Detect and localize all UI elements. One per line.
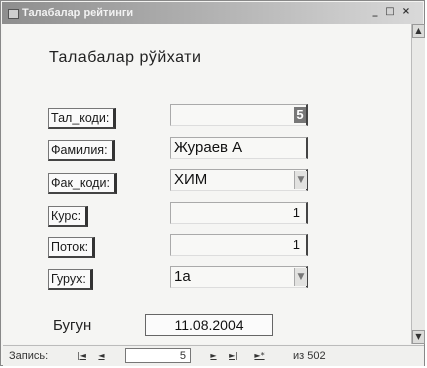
window-title: Талабалар рейтинги bbox=[22, 7, 134, 19]
surname-field[interactable]: Жураев А bbox=[170, 137, 308, 159]
chevron-down-icon[interactable]: ▼ bbox=[294, 171, 307, 189]
student-code-label: Тал_коди: bbox=[48, 108, 117, 129]
close-button[interactable]: × bbox=[399, 6, 413, 19]
group-label: Гурух: bbox=[48, 269, 93, 290]
form-title: Талабалар рўйхати bbox=[49, 49, 202, 66]
previous-record-button[interactable]: ◄ bbox=[95, 349, 108, 362]
next-record-button[interactable]: ► bbox=[207, 349, 220, 362]
vertical-scrollbar[interactable]: ▲ ▼ bbox=[411, 24, 425, 344]
today-date-field[interactable]: 11.08.2004 bbox=[145, 314, 273, 336]
student-code-field[interactable] bbox=[170, 104, 308, 126]
chevron-down-icon[interactable]: ▼ bbox=[294, 268, 307, 286]
scroll-down-icon[interactable]: ▼ bbox=[412, 330, 425, 344]
record-count: из 502 bbox=[293, 350, 326, 362]
first-record-button[interactable]: |◄ bbox=[75, 349, 88, 362]
today-label: Бугун bbox=[53, 317, 92, 334]
record-navigator: Запись: |◄ ◄ 5 ► ►| ►* из 502 bbox=[3, 345, 424, 366]
maximize-button[interactable]: □ bbox=[383, 6, 397, 19]
faculty-code-label: Фак_коди: bbox=[48, 173, 117, 194]
stream-field[interactable]: 1 bbox=[170, 234, 308, 256]
form-window: Талабалар рейтинги _ □ × ▲ ▼ Талабалар р… bbox=[0, 0, 425, 366]
stream-label: Поток: bbox=[48, 237, 96, 258]
scroll-up-icon[interactable]: ▲ bbox=[412, 24, 425, 38]
new-record-button[interactable]: ►* bbox=[253, 349, 266, 362]
faculty-code-combo[interactable]: ХИМ bbox=[170, 169, 308, 191]
current-record-input[interactable]: 5 bbox=[125, 348, 191, 363]
record-label: Запись: bbox=[9, 350, 49, 362]
surname-label: Фамилия: bbox=[48, 140, 115, 161]
minimize-button[interactable]: _ bbox=[368, 6, 382, 19]
group-combo[interactable]: 1а bbox=[170, 266, 308, 288]
title-bar[interactable]: Талабалар рейтинги _ □ × bbox=[2, 2, 423, 24]
course-label: Курс: bbox=[48, 206, 89, 227]
student-code-value[interactable]: 5 bbox=[294, 107, 306, 123]
form-icon[interactable] bbox=[8, 9, 19, 19]
course-field[interactable]: 1 bbox=[170, 202, 308, 224]
last-record-button[interactable]: ►| bbox=[227, 349, 240, 362]
